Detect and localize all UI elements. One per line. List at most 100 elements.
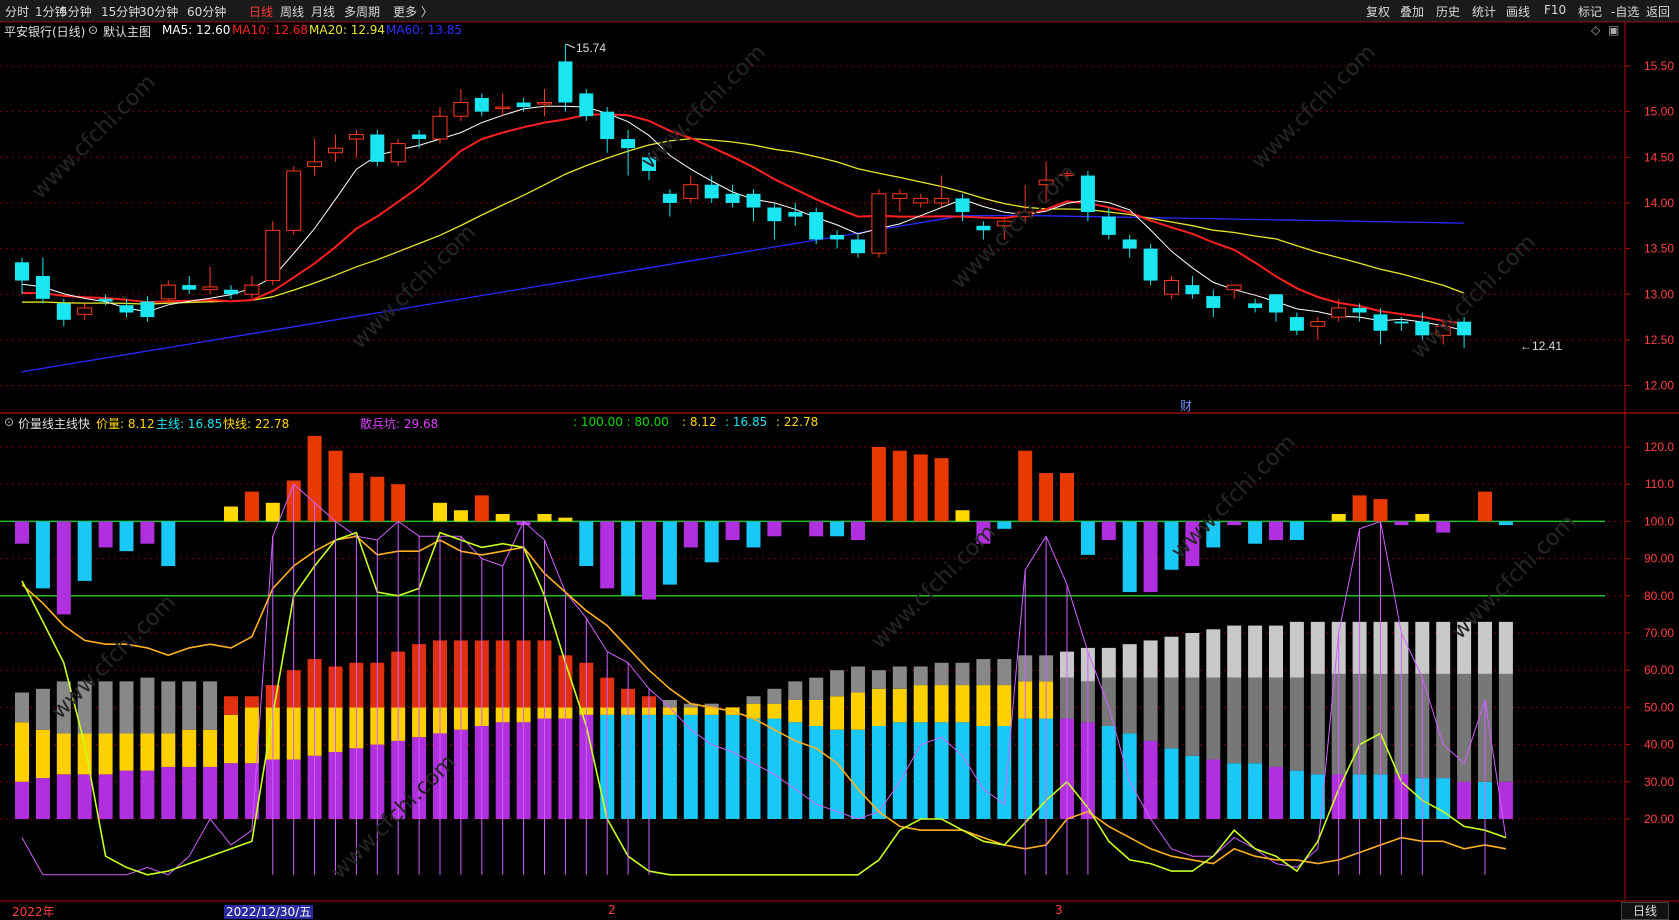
ind-bar-down [1248,521,1263,544]
stack-bar-base [1206,759,1221,819]
stack-bar-top [203,681,218,730]
stack-bar-mid [976,685,991,726]
ind-bar-down [600,521,615,589]
ind-bar-up [934,458,949,522]
stack-bar-mid [182,729,197,767]
ind-bar-down [1227,521,1242,526]
stack-bar-top [871,670,886,689]
stack-bar-base [809,726,824,819]
candle-body [1310,321,1326,327]
candle-body [474,97,489,112]
candle-body [286,170,302,231]
candle-body [348,133,364,140]
ind-bar-up [1331,513,1346,522]
stack-bar-top [1269,625,1283,678]
stock-chart[interactable]: 15.50 15.00 14.50 14.00 13.50 13.00 12.50 12.00… [0,0,1679,920]
price-tick-label: 14.00 [1644,196,1674,210]
candle-body [265,229,281,282]
ind-bar-down [662,521,677,585]
stack-bar-mid [934,685,949,723]
stack-bar-top [1143,640,1158,678]
period-tag[interactable]: 日线 [1621,902,1669,920]
watermark: www.cfchi.com [1167,430,1301,564]
stack-bar-base [1289,770,1304,819]
ind-bar-up [328,450,343,522]
candle-body [1101,216,1116,235]
stack-bar-top [913,666,928,686]
candle-body [15,262,29,281]
ind-bar-down [579,521,594,567]
stack-bar-mid [98,733,113,775]
watermark: www.cfchi.com [347,220,481,354]
high-pointer [565,43,576,49]
year-label: 2022年 [12,905,55,919]
candle-body [704,184,719,199]
ind-bar-up [537,513,552,522]
stack-bar-base [830,729,845,819]
stack-bar-base [955,722,970,819]
cursor-date: 2022/12/30/五 [224,905,314,919]
candle-body [976,225,991,231]
ind-bar-down [642,521,656,600]
stack-bar-top [976,659,991,686]
stack-bar-top [892,666,907,689]
stack-bar-base [1436,778,1451,819]
ind-bar-down [1143,521,1158,593]
stack-bar-base [119,770,134,819]
ind-bar-down [140,521,155,544]
ind-bar-down [119,521,134,552]
ind-bar-down [35,521,50,589]
candle-body [558,61,573,103]
stack-bar-base [15,781,29,819]
stack-bar-top [182,681,197,730]
candle-body [1143,248,1158,281]
stack-bar-top [15,692,29,723]
ind-bar-up [1415,513,1430,522]
stack-bar-mid [119,733,134,771]
candle-body [662,193,677,203]
candle-body [1206,296,1221,308]
stack-bar-top [1498,621,1513,674]
stack-bar-top [997,659,1012,686]
stack-bar-top [1248,625,1263,678]
stack-bar-base [913,722,928,819]
stack-bar-top [788,681,803,700]
ind-tick-label: 100.0 [1644,514,1674,528]
stack-bar-mid [1101,677,1116,726]
candle-body [537,102,552,105]
stack-bar-top [140,677,155,734]
candle-body [892,193,908,199]
stack-bar-mid [955,685,970,723]
ind-bar-down [56,521,71,615]
candle-body [495,106,511,110]
candle-body [725,193,740,203]
ind-bar-down [683,521,698,548]
stack-bar-base [892,722,907,819]
ind-bar-down [725,521,740,540]
ind-bar-up [495,513,510,522]
watermark: www.cfchi.com [1447,510,1581,644]
stack-bar-base [1122,733,1137,819]
stack-bar-base [77,774,92,819]
stack-bar-top [224,696,238,715]
candle-body [412,134,427,140]
stack-bar-top [35,688,50,730]
candle-body [370,134,385,162]
candle-body [432,115,448,140]
stack-bar-base [788,722,803,819]
ind-bar-down [1122,521,1137,593]
ind-tick-label: 60.00 [1644,663,1674,677]
ind-bar-up [474,495,489,522]
stack-bar-top [746,696,761,704]
candle-body [224,289,238,295]
watermark: www.cfchi.com [867,520,1001,654]
stack-bar-top [1227,625,1242,678]
ind-bar-down [997,521,1012,529]
stack-bar-base [1227,763,1242,819]
stack-bar-base [704,714,719,819]
candle-body [1331,307,1347,318]
stack-bar-mid [1206,677,1221,760]
candle-body [1289,317,1304,331]
stack-bar-base [182,766,197,819]
candle-body [934,197,950,204]
